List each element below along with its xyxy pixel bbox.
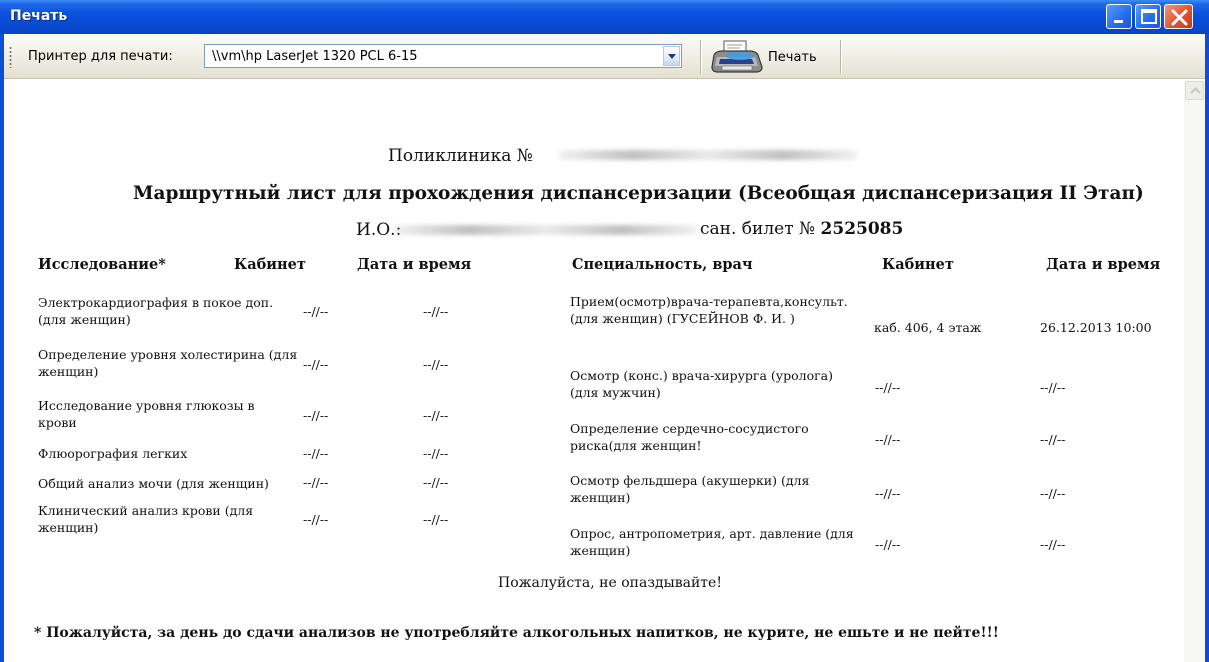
table-row-datetime: --//--: [423, 475, 449, 490]
close-button[interactable]: [1164, 4, 1193, 29]
table-row-datetime: --//--: [423, 446, 449, 461]
table-row-name: Прием(осмотр)врача-терапевта,консульт.(д…: [570, 294, 848, 326]
scroll-up-button[interactable]: [1185, 81, 1204, 100]
table-row-room: --//--: [303, 512, 329, 527]
minimize-icon: [1114, 20, 1123, 23]
redacted-clinic-name: [558, 150, 858, 160]
table-row-datetime: --//--: [1040, 380, 1066, 395]
table-row-datetime: --//--: [1040, 432, 1066, 447]
table-row-datetime: 26.12.2013 10:00: [1040, 320, 1152, 335]
maximize-icon: [1141, 9, 1157, 24]
printer-icon: [711, 40, 763, 73]
table-row-name: Осмотр (конс.) врача-хирурга (уролога) (…: [570, 368, 834, 400]
header-study: Исследование*: [38, 256, 166, 273]
header-room: Кабинет: [882, 256, 954, 273]
table-row-room: --//--: [303, 475, 329, 490]
ticket-label: сан. билет №: [700, 219, 816, 239]
table-row-room: --//--: [875, 537, 901, 552]
maximize-button[interactable]: [1135, 4, 1161, 29]
redacted-patient-name: [393, 225, 698, 235]
ticket-line: сан. билет № 2525085: [700, 219, 903, 239]
vertical-scrollbar[interactable]: [1184, 80, 1205, 662]
table-row-room: каб. 406, 4 этаж: [874, 320, 982, 335]
header-specialist: Специальность, врач: [572, 256, 753, 273]
table-row-name: Определение сердечно-сосудистого риска(д…: [570, 421, 809, 453]
printer-label: Принтер для печати:: [28, 49, 173, 64]
table-row-room: --//--: [875, 432, 901, 447]
table-row-name: Клинический анализ крови (для женщин): [38, 503, 254, 535]
print-window: Печать Принтер для печати: \\vm\hp Laser…: [0, 0, 1209, 662]
header-datetime: Дата и время: [357, 256, 472, 273]
table-row-datetime: --//--: [423, 304, 449, 319]
table-row-room: --//--: [875, 380, 901, 395]
clinic-label: Поликлиника №: [388, 146, 533, 166]
table-row-room: --//--: [875, 486, 901, 501]
table-row-datetime: --//--: [423, 357, 449, 372]
close-icon: [1171, 9, 1188, 26]
table-row-name: Флюорография легких: [38, 446, 188, 461]
toolbar-grip-icon[interactable]: [9, 46, 12, 68]
table-row-datetime: --//--: [423, 408, 449, 423]
toolbar-separator: [700, 40, 702, 74]
reminder-text: Пожалуйста, не опаздывайте!: [498, 575, 722, 591]
minimize-button[interactable]: [1106, 4, 1132, 29]
table-row-name: Осмотр фельдшера (акушерки) (для женщин): [570, 473, 810, 505]
title-bar[interactable]: Печать: [0, 0, 1209, 34]
table-row-datetime: --//--: [1040, 486, 1066, 501]
print-button[interactable]: Печать: [708, 37, 834, 76]
table-row-room: --//--: [303, 357, 329, 372]
document-title: Маршрутный лист для прохождения диспансе…: [133, 183, 1144, 204]
window-title: Печать: [10, 8, 68, 24]
table-row-name: Общий анализ мочи (для женщин): [38, 476, 269, 491]
printer-select-value: \\vm\hp LaserJet 1320 PCL 6-15: [212, 49, 418, 64]
dropdown-arrow-icon[interactable]: [663, 46, 680, 66]
printer-select[interactable]: \\vm\hp LaserJet 1320 PCL 6-15: [204, 44, 682, 68]
ticket-number: 2525085: [820, 219, 904, 239]
footnote-text: * Пожалуйста, за день до сдачи анализов …: [34, 625, 999, 641]
toolbar-separator: [840, 40, 842, 74]
header-room: Кабинет: [234, 256, 306, 273]
table-row-name: Опрос, антропометрия, арт. давление (для…: [570, 526, 854, 558]
header-datetime: Дата и время: [1046, 256, 1161, 273]
table-row-datetime: --//--: [1040, 537, 1066, 552]
table-row-room: --//--: [303, 304, 329, 319]
table-row-name: Электрокардиография в покое доп. (для же…: [38, 295, 274, 327]
table-row-name: Исследование уровня глюкозы в крови: [38, 398, 255, 430]
table-row-name: Определение уровня холестирина (для женщ…: [38, 347, 298, 379]
print-toolbar: Принтер для печати: \\vm\hp LaserJet 132…: [4, 34, 1205, 79]
print-button-label: Печать: [768, 50, 817, 65]
chevron-up-icon: [1190, 87, 1201, 94]
table-row-room: --//--: [303, 446, 329, 461]
table-row-room: --//--: [303, 408, 329, 423]
table-row-datetime: --//--: [423, 512, 449, 527]
